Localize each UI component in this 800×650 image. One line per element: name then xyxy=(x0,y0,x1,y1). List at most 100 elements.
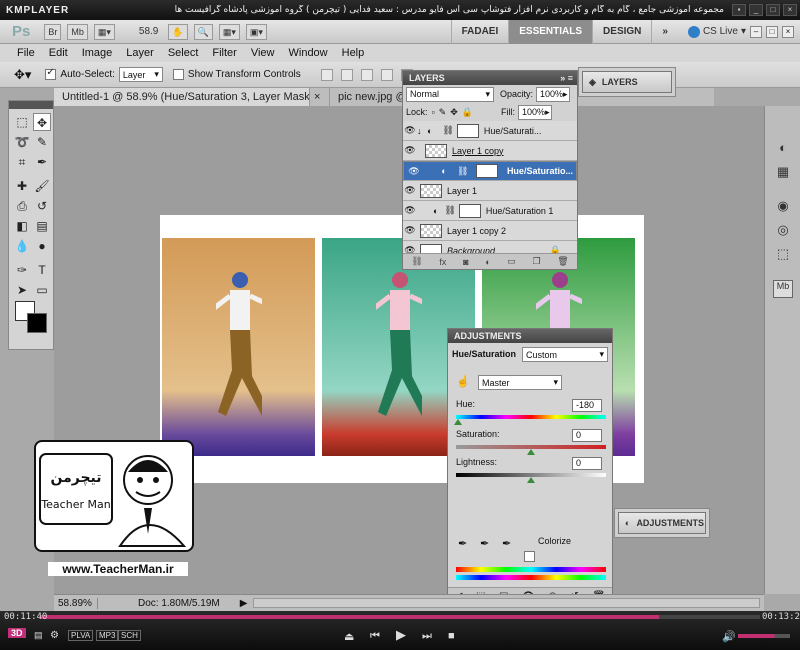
hue-slider-handle[interactable] xyxy=(454,419,462,425)
quick-selection-tool-icon[interactable]: ✎ xyxy=(33,133,51,151)
color-panel-icon[interactable]: ◐ xyxy=(773,140,793,158)
add-mask-icon[interactable]: ◙ xyxy=(463,257,468,267)
layer-row[interactable]: 👁 Layer 1 xyxy=(403,181,577,201)
tab-untitled-1[interactable]: Untitled-1 @ 58.9% (Hue/Saturation 3, La… xyxy=(54,88,310,106)
player-pin-icon[interactable]: ▪ xyxy=(732,4,746,16)
ps-close-icon[interactable]: × xyxy=(782,25,794,38)
view-extras-button[interactable]: ▦▾ xyxy=(93,23,115,40)
marquee-tool-icon[interactable]: ⬚ xyxy=(13,113,31,131)
pen-tool-icon[interactable]: ✑ xyxy=(13,261,31,279)
path-selection-icon[interactable]: ➤ xyxy=(13,281,31,299)
sch-badge[interactable]: SCH xyxy=(118,630,141,641)
workspace-fadaei[interactable]: FADAEI xyxy=(450,19,509,44)
mini-bridge-panel-icon[interactable]: Mb xyxy=(773,280,793,298)
clone-stamp-icon[interactable]: ⎙ xyxy=(13,197,31,215)
layer-row[interactable]: 👁 Layer 1 copy xyxy=(403,141,577,161)
mini-bridge-button[interactable]: Mb xyxy=(67,23,88,40)
plva-badge[interactable]: PLVA xyxy=(68,630,94,641)
layer-row[interactable]: 👁 ◐ ⛓ Hue/Saturation 1 xyxy=(403,201,577,221)
lock-position-icon[interactable]: ✥ xyxy=(450,107,458,118)
lightness-slider-handle[interactable] xyxy=(527,477,535,483)
align-middle-icon[interactable] xyxy=(340,68,353,81)
preset-dropdown[interactable]: Custom ▾ xyxy=(522,347,608,362)
blend-mode-dropdown[interactable]: Normal ▾ xyxy=(406,86,494,102)
eraser-tool-icon[interactable]: ◧ xyxy=(13,217,31,235)
eyedropper-tool-icon[interactable]: ✒ xyxy=(33,153,51,171)
masks-panel-icon[interactable]: ◎ xyxy=(773,222,793,240)
layer-row[interactable]: 👁 ↓ ◐ ⛓ Hue/Saturati... xyxy=(403,121,577,141)
layer-row[interactable]: 👁 Layer 1 copy 2 xyxy=(403,221,577,241)
eye-icon[interactable]: 👁 xyxy=(403,185,417,196)
hue-field[interactable]: -180 xyxy=(572,399,602,412)
menu-filter[interactable]: Filter xyxy=(205,47,243,59)
channel-dropdown[interactable]: Master ▾ xyxy=(478,375,562,390)
align-left-icon[interactable] xyxy=(380,68,393,81)
lock-transparency-icon[interactable]: ▫ xyxy=(432,107,435,117)
zoom-level[interactable]: 58.9 xyxy=(139,26,158,37)
hand-rotate-button[interactable]: ✋ xyxy=(168,23,188,40)
eye-icon[interactable]: 👁 xyxy=(403,205,417,216)
eye-icon[interactable]: 👁 xyxy=(403,125,417,136)
next-icon[interactable]: ⏭ xyxy=(422,630,432,643)
adjustments-collapsed-panel[interactable]: ◐ ADJUSTMENTS xyxy=(614,508,710,538)
eye-icon[interactable]: 👁 xyxy=(403,145,417,156)
layers-collapsed-panel[interactable]: ◈ LAYERS xyxy=(578,67,676,97)
link-layers-icon[interactable]: ⛓ xyxy=(411,256,422,267)
player-minimize-icon[interactable]: _ xyxy=(749,4,763,16)
play-icon[interactable]: ▶ xyxy=(396,627,406,643)
menu-select[interactable]: Select xyxy=(161,47,206,59)
menu-help[interactable]: Help xyxy=(335,47,372,59)
align-top-icon[interactable] xyxy=(320,68,333,81)
workspace-more-icon[interactable]: » xyxy=(651,19,678,44)
background-color-swatch[interactable] xyxy=(27,313,47,333)
align-bottom-icon[interactable] xyxy=(360,68,373,81)
eyedropper-minus-icon[interactable]: ✒ xyxy=(502,537,511,550)
player-maximize-icon[interactable]: □ xyxy=(766,4,780,16)
colorize-checkbox[interactable] xyxy=(524,551,535,562)
auto-select-checkbox[interactable] xyxy=(45,67,57,80)
menu-layer[interactable]: Layer xyxy=(119,47,161,59)
menu-view[interactable]: View xyxy=(244,47,282,59)
player-close-icon[interactable]: × xyxy=(783,4,797,16)
new-layer-icon[interactable]: ❐ xyxy=(532,256,540,267)
bridge-button[interactable]: Br xyxy=(44,23,62,40)
auto-select-dropdown[interactable]: Layer ▾ xyxy=(118,67,163,82)
menu-file[interactable]: File xyxy=(10,47,42,59)
status-zoom[interactable]: 58.89% xyxy=(54,597,98,609)
fx-icon[interactable]: fx xyxy=(439,257,446,267)
lightness-field[interactable]: 0 xyxy=(572,457,602,470)
crop-tool-icon[interactable]: ⌗ xyxy=(13,153,31,171)
menu-edit[interactable]: Edit xyxy=(42,47,75,59)
transform-panel-icon[interactable]: ⬚ xyxy=(773,246,793,264)
on-image-adjust-icon[interactable]: ☝ xyxy=(456,375,470,388)
eye-icon[interactable]: 👁 xyxy=(403,225,417,236)
show-transform-checkbox[interactable] xyxy=(172,69,184,80)
stop-icon[interactable]: ■ xyxy=(448,630,455,642)
ps-minimize-icon[interactable]: – xyxy=(750,25,762,38)
styles-panel-icon[interactable]: ◉ xyxy=(773,198,793,216)
lock-all-icon[interactable]: 🔒 xyxy=(462,107,473,118)
status-menu-arrow-icon[interactable]: ▶ xyxy=(240,598,248,609)
cs-live-button[interactable]: CS Live ▾ xyxy=(687,25,746,38)
shape-tool-icon[interactable]: ▭ xyxy=(33,281,51,299)
mp3-badge[interactable]: MP3 xyxy=(96,630,119,641)
type-tool-icon[interactable]: T xyxy=(33,261,51,279)
saturation-slider-handle[interactable] xyxy=(527,449,535,455)
playlist-icon[interactable]: ▤ xyxy=(34,630,43,641)
workspace-essentials[interactable]: ESSENTIALS xyxy=(508,19,593,44)
3d-badge[interactable]: 3D xyxy=(8,628,26,638)
healing-brush-icon[interactable]: ✚ xyxy=(13,177,31,195)
dodge-tool-icon[interactable]: ● xyxy=(33,237,51,255)
gradient-tool-icon[interactable]: ▤ xyxy=(33,217,51,235)
lasso-tool-icon[interactable]: ➰ xyxy=(13,133,31,151)
volume-icon[interactable]: 🔊 xyxy=(722,630,736,643)
saturation-field[interactable]: 0 xyxy=(572,429,602,442)
eyedropper-icon[interactable]: ✒ xyxy=(458,537,467,550)
menu-image[interactable]: Image xyxy=(75,47,120,59)
blur-tool-icon[interactable]: 💧 xyxy=(13,237,31,255)
eye-icon[interactable]: 👁 xyxy=(407,166,421,177)
new-adjustment-icon[interactable]: ◐ xyxy=(485,257,490,267)
adjustments-panel-header[interactable]: ADJUSTMENTS xyxy=(448,329,612,343)
opacity-field[interactable]: 100% ▸ xyxy=(536,86,571,102)
zoom-tool-button[interactable]: 🔍 xyxy=(193,23,213,40)
